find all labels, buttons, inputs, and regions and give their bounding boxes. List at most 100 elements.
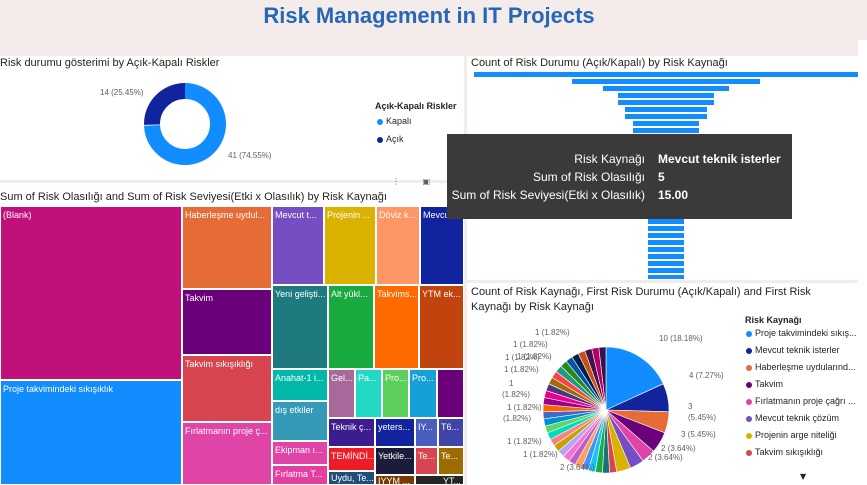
pie-legend-item[interactable]: Projenin arge niteliği (746, 430, 837, 440)
treemap-cell-yt[interactable]: YT... (415, 475, 464, 485)
treemap-cell-takvim-small[interactable] (437, 369, 464, 418)
pie-legend-item[interactable]: Mevcut teknik çözüm (746, 413, 839, 423)
funnel-bar[interactable] (648, 261, 684, 266)
legend-dot-icon (746, 449, 752, 456)
treemap-cell-anahat[interactable]: Anahat-1 i... (272, 369, 328, 401)
pie-chart-title-line2: Kaynağı by Risk Kaynağı (471, 301, 594, 313)
pie-label-1b: (1.82%) (503, 414, 532, 423)
funnel-bar[interactable] (603, 86, 729, 91)
pie-label-1a: 1 (509, 379, 514, 388)
funnel-bar[interactable] (648, 247, 684, 252)
pie-label-1: 1 (1.82%) (523, 450, 558, 459)
treemap-cell-mevcut-t[interactable]: Mevcut t... (272, 206, 324, 285)
legend-dot-icon (746, 432, 752, 439)
treemap-cell-doviz[interactable]: Döviz k... (376, 206, 420, 285)
funnel-bar[interactable] (648, 240, 684, 245)
treemap-cell-alt[interactable]: Alt yükl... (328, 285, 374, 369)
focus-mode-icon[interactable]: ▣ (423, 177, 431, 186)
tooltip-value: Mevcut teknik isterler (658, 152, 781, 166)
funnel-bar[interactable] (648, 219, 684, 224)
treemap-cell-projenin[interactable]: Projenin ... (324, 206, 376, 285)
treemap-cell-teknik[interactable]: Teknik ç... (328, 418, 375, 447)
pie-chart-panel[interactable]: Count of Risk Kaynağı, First Risk Durumu… (467, 283, 858, 485)
treemap-cell-haberlesme[interactable]: Haberleşme uydul... (182, 206, 272, 289)
pie-label-3a-pct: (5.45%) (688, 413, 717, 422)
legend-dot-icon (746, 415, 752, 422)
treemap-cell-pro-1[interactable]: Pro... (382, 369, 409, 418)
treemap-cell-firlatmanin[interactable]: Fırlatmanın proje ç... (182, 422, 272, 485)
funnel-bar[interactable] (625, 114, 707, 119)
funnel-bar[interactable] (633, 128, 699, 133)
pie-label-1: 1 (1.82%) (507, 403, 542, 412)
report-title: Risk Management in IT Projects (263, 3, 595, 28)
treemap-cell-pro-2[interactable]: Pro... (409, 369, 437, 418)
visual-header-icons: ⋮ ▣ (392, 177, 430, 186)
treemap-cell-ytm[interactable]: YTM ek... (419, 285, 464, 369)
treemap-cell-uydu[interactable]: Uydu, Te... (328, 471, 375, 485)
treemap-cell-yeters[interactable]: yeters... (375, 418, 415, 447)
treemap-cell-takvim-sikisikligi[interactable]: Takvim sıkışıklığı (182, 355, 272, 422)
treemap-panel[interactable]: Sum of Risk Olasılığı and Sum of Risk Se… (0, 177, 464, 485)
pie-legend-item[interactable]: Haberleşme uydularınd... (746, 362, 856, 372)
legend-dot-icon (746, 330, 752, 337)
treemap-cell-t6[interactable]: T6... (438, 418, 464, 447)
tooltip-value: 15.00 (658, 188, 689, 202)
pie-legend-item[interactable]: Takvim (746, 379, 783, 389)
treemap-cell-firlatma-t[interactable]: Fırlatma T... (272, 465, 328, 485)
funnel-bar[interactable] (474, 72, 858, 77)
legend-scroll-down-icon[interactable]: ▼ (800, 472, 806, 481)
funnel-bar[interactable] (648, 226, 684, 231)
pie-legend-title: Risk Kaynağı (745, 315, 802, 325)
donut-label-acik: 14 (25.45%) (100, 88, 144, 97)
funnel-bar[interactable] (618, 93, 714, 98)
treemap-cell-blank[interactable]: (Blank) (0, 206, 182, 380)
treemap-cell-dis[interactable]: dış etkiler (272, 401, 328, 441)
pie-label-1: 1 (1.82%) (505, 353, 540, 362)
pie-legend-item[interactable]: Fırlatmanın proje çağrı ... (746, 396, 856, 406)
donut-legend-title: Açık-Kapalı Riskler (375, 101, 457, 111)
funnel-bar[interactable] (618, 100, 714, 105)
legend-dot-icon (746, 347, 752, 354)
pie-label-1: 1 (1.82%) (504, 365, 539, 374)
funnel-bar[interactable] (648, 275, 684, 279)
tooltip-key: Sum of Risk Seviyesi(Etki x Olasılık) (451, 188, 645, 202)
treemap-cell-iy[interactable]: IY... (415, 418, 438, 447)
treemap-title: Sum of Risk Olasılığı and Sum of Risk Se… (0, 191, 387, 203)
treemap-cell-ekipman[interactable]: Ekipman ı... (272, 441, 328, 465)
donut-chart-panel[interactable]: Risk durumu gösterimi by Açık-Kapalı Ris… (0, 56, 464, 180)
treemap-cell-gel[interactable]: Gel... (328, 369, 355, 418)
tooltip-key: Sum of Risk Olasılığı (532, 170, 645, 184)
pie-label-3a: 3 (688, 402, 693, 411)
treemap-cell-te-2[interactable]: Te... (438, 447, 464, 475)
funnel-bar[interactable] (625, 107, 707, 112)
pie-label-1b: (1.82%) (502, 390, 531, 399)
treemap-cell-temind[interactable]: TEMİNDİ... (328, 447, 375, 471)
treemap-cell-yeni[interactable]: Yeni gelişti... (272, 285, 328, 369)
funnel-bar[interactable] (648, 268, 684, 273)
funnel-bar[interactable] (633, 121, 699, 126)
treemap-cell-iyym[interactable]: IYYM ... (375, 475, 415, 485)
treemap-cell-takvim[interactable]: Takvim (182, 289, 272, 355)
treemap-cell-pa[interactable]: Pa... (355, 369, 382, 418)
pie-legend-item[interactable]: Takvim sıkışıklığı (746, 447, 823, 457)
pie-chart-title-line1: Count of Risk Kaynağı, First Risk Durumu… (471, 286, 811, 298)
tooltip-value: 5 (658, 170, 665, 184)
treemap-cell-yetkile[interactable]: Yetkile... (375, 447, 415, 475)
treemap-cell-proje-takvim[interactable]: Proje takvimindeki sıkışıklık (0, 380, 182, 485)
report-header: Risk Management in IT Projects (0, 0, 867, 40)
funnel-bar[interactable] (648, 254, 684, 259)
legend-dot-icon (377, 136, 383, 143)
treemap: (Blank) Proje takvimindeki sıkışıklık Ha… (0, 206, 464, 485)
donut-legend-acik[interactable]: Açık (377, 134, 404, 144)
funnel-bar[interactable] (648, 233, 684, 238)
page-scrollbar[interactable] (858, 40, 867, 485)
pie-legend-item[interactable]: Proje takvimindeki sıkış... (746, 328, 857, 338)
treemap-cell-takvims[interactable]: Takvims... (374, 285, 419, 369)
pie-legend-item[interactable]: Mevcut teknik isterler (746, 345, 840, 355)
treemap-cell-te-1[interactable]: Te... (415, 447, 438, 475)
hover-tooltip: Risk Kaynağı Mevcut teknik isterler Sum … (447, 134, 792, 219)
pie-label-2c: 2 (3.64%) (560, 463, 595, 472)
filter-icon[interactable]: ⋮ (392, 177, 400, 186)
funnel-bar[interactable] (572, 79, 760, 84)
donut-legend-kapali[interactable]: Kapalı (377, 116, 412, 126)
